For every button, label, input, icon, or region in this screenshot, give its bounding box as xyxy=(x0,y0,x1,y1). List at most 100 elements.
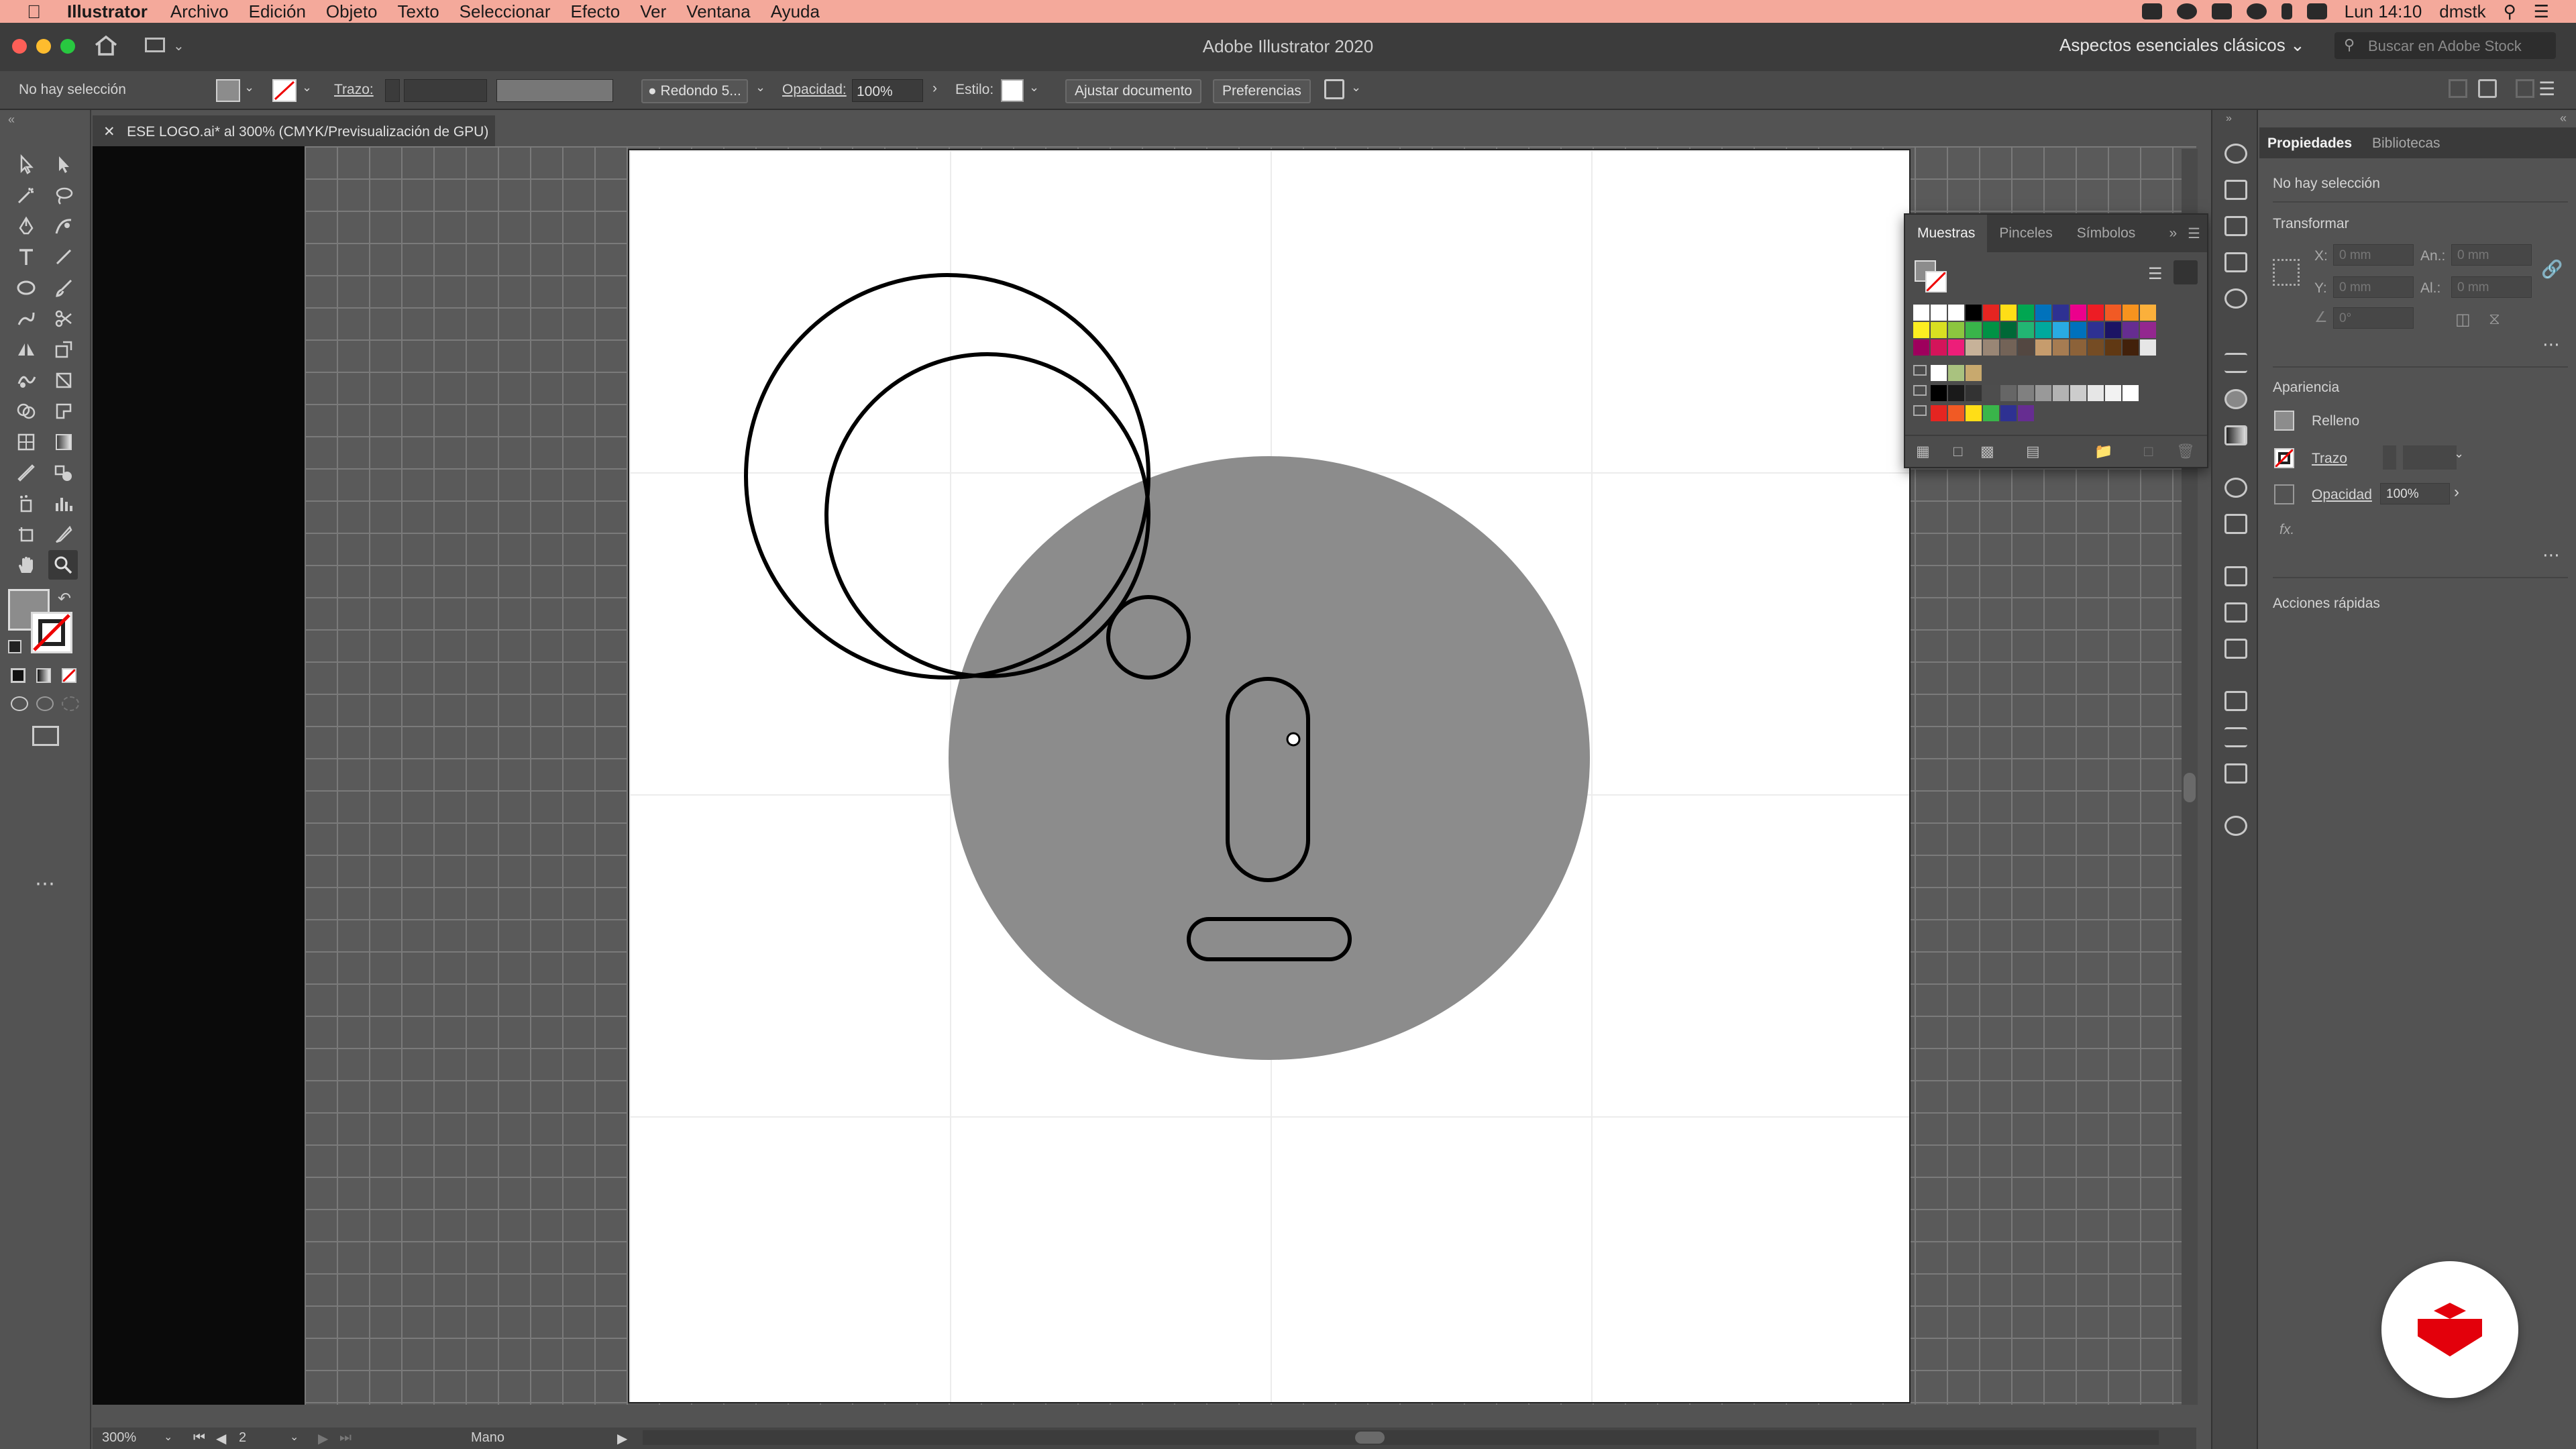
asset-export-icon[interactable] xyxy=(2224,602,2247,623)
screen-mode-icon[interactable] xyxy=(32,726,59,746)
swatches-panel-icon[interactable] xyxy=(2224,216,2247,236)
type-tool-icon[interactable] xyxy=(16,247,36,267)
chevron-down-icon[interactable]: ⌄ xyxy=(302,80,312,95)
swatch[interactable] xyxy=(2018,305,2034,321)
warp-tool-icon[interactable] xyxy=(16,370,36,390)
opacity-label[interactable]: Opacidad: xyxy=(782,82,847,98)
selection-tool-icon[interactable] xyxy=(16,154,36,174)
swatch[interactable] xyxy=(1948,405,1964,421)
zoom-level[interactable]: 300% xyxy=(102,1430,136,1446)
transform-panel-icon[interactable] xyxy=(2224,691,2247,711)
swatch[interactable] xyxy=(2088,339,2104,356)
stroke-weight-stepper[interactable] xyxy=(2383,445,2396,470)
mesh-tool-icon[interactable] xyxy=(16,432,36,452)
hand-tool-icon[interactable] xyxy=(16,555,36,576)
swatch[interactable] xyxy=(2123,385,2139,401)
chevron-down-icon[interactable]: ⌄ xyxy=(1351,80,1361,95)
chevron-right-icon[interactable]: › xyxy=(932,80,937,97)
horizontal-scroll-thumb[interactable] xyxy=(1355,1432,1385,1444)
menu-texto[interactable]: Texto xyxy=(398,1,439,22)
swatch[interactable] xyxy=(2105,385,2121,401)
swatch[interactable] xyxy=(2053,322,2069,338)
transparency-panel-icon[interactable] xyxy=(2224,389,2247,409)
swatch[interactable] xyxy=(1913,322,1929,338)
apple-menu-icon[interactable]:  xyxy=(27,1,41,23)
swatch[interactable] xyxy=(2035,305,2051,321)
fill-swatch[interactable] xyxy=(2274,411,2294,431)
constrain-proportions-icon[interactable]: 🔗 xyxy=(2541,259,2563,280)
swatch[interactable] xyxy=(2000,339,2017,356)
swatch[interactable] xyxy=(2140,322,2156,338)
swatch[interactable] xyxy=(2140,339,2156,356)
vertical-scroll-thumb[interactable] xyxy=(2184,773,2196,802)
swatch[interactable] xyxy=(1931,405,1947,421)
app-status-icon[interactable] xyxy=(2246,3,2267,19)
scissors-tool-icon[interactable] xyxy=(54,309,74,329)
delete-swatch-icon[interactable]: 🗑 xyxy=(2176,443,2195,460)
appearance-panel-icon[interactable] xyxy=(2224,478,2247,498)
collapse-panel-icon[interactable]: « xyxy=(2560,111,2567,125)
edit-toolbar-icon[interactable]: ⋯ xyxy=(35,872,55,896)
tab-bibliotecas[interactable]: Bibliotecas xyxy=(2372,136,2440,152)
swatch[interactable] xyxy=(1966,365,1982,381)
swatch[interactable] xyxy=(1948,322,1964,338)
ellipse-tool-icon[interactable] xyxy=(16,278,36,298)
tab-simbolos[interactable]: Símbolos xyxy=(2065,225,2148,241)
swatch[interactable] xyxy=(2070,339,2086,356)
artboard-tool-icon[interactable] xyxy=(16,525,36,545)
width-input[interactable]: 0 mm xyxy=(2451,244,2532,266)
canvas-area[interactable] xyxy=(93,146,2196,1405)
stroke-weight-input[interactable] xyxy=(2403,445,2457,470)
close-tab-icon[interactable]: ✕ xyxy=(103,124,115,140)
swatch[interactable] xyxy=(2105,339,2121,356)
swatch[interactable] xyxy=(2123,322,2139,338)
tab-pinceles[interactable]: Pinceles xyxy=(1987,225,2064,241)
reflect-tool-icon[interactable] xyxy=(16,339,36,360)
variable-width-profile[interactable] xyxy=(496,79,613,102)
menu-archivo[interactable]: Archivo xyxy=(170,1,229,22)
artboard-number[interactable]: 2 xyxy=(239,1430,246,1446)
messenger-icon[interactable] xyxy=(2211,3,2232,19)
color-group-folder-icon[interactable] xyxy=(1913,385,1927,396)
swatch[interactable] xyxy=(1948,305,1964,321)
menu-seleccionar[interactable]: Seleccionar xyxy=(460,1,551,22)
gradient-panel-icon[interactable] xyxy=(2224,425,2247,445)
collapse-panel-icon[interactable]: « xyxy=(8,113,15,127)
control-center-icon[interactable]: ☰ xyxy=(2534,1,2549,22)
horizontal-scrollbar[interactable] xyxy=(643,1430,2159,1445)
swatch[interactable] xyxy=(2035,339,2051,356)
y-position-input[interactable]: 0 mm xyxy=(2333,276,2414,298)
height-input[interactable]: 0 mm xyxy=(2451,276,2532,298)
menu-edicion[interactable]: Edición xyxy=(249,1,306,22)
swatch[interactable] xyxy=(2070,322,2086,338)
fit-document-button[interactable]: Ajustar documento xyxy=(1065,79,1202,103)
reference-point-icon[interactable] xyxy=(2273,259,2300,286)
document-info-icon[interactable] xyxy=(2224,180,2247,200)
swatch[interactable] xyxy=(2018,339,2034,356)
color-mode-icon[interactable] xyxy=(11,668,25,683)
new-swatch-icon[interactable]: □ xyxy=(2144,443,2153,460)
scale-tool-icon[interactable] xyxy=(54,339,74,360)
user-name[interactable]: dmstk xyxy=(2439,1,2485,22)
swatch[interactable] xyxy=(2123,339,2139,356)
swatch[interactable] xyxy=(1913,339,1929,356)
clock[interactable]: Lun 14:10 xyxy=(2345,1,2422,22)
swatch[interactable] xyxy=(1983,405,1999,421)
previous-artboard-icon[interactable]: ◀ xyxy=(216,1430,226,1447)
stroke-color-swatch[interactable] xyxy=(272,79,297,102)
align-icon[interactable] xyxy=(1324,79,1344,99)
color-group-folder-icon[interactable] xyxy=(1913,365,1927,376)
libraries-panel-icon[interactable] xyxy=(2224,816,2247,836)
swatch[interactable] xyxy=(2035,385,2051,401)
menu-ver[interactable]: Ver xyxy=(640,1,666,22)
color-guide-icon[interactable] xyxy=(2224,144,2247,164)
free-transform-tool-icon[interactable] xyxy=(54,370,74,390)
color-group-icon[interactable]: ▤ xyxy=(2026,443,2040,460)
swatch[interactable] xyxy=(2123,305,2139,321)
menu-objeto[interactable]: Objeto xyxy=(326,1,378,22)
swatch[interactable] xyxy=(1948,365,1964,381)
swatch[interactable] xyxy=(1948,385,1964,401)
slice-tool-icon[interactable] xyxy=(54,525,74,545)
swatch[interactable] xyxy=(2088,305,2104,321)
workspace-switcher[interactable]: Aspectos esenciales clásicos ⌄ xyxy=(2059,35,2305,56)
